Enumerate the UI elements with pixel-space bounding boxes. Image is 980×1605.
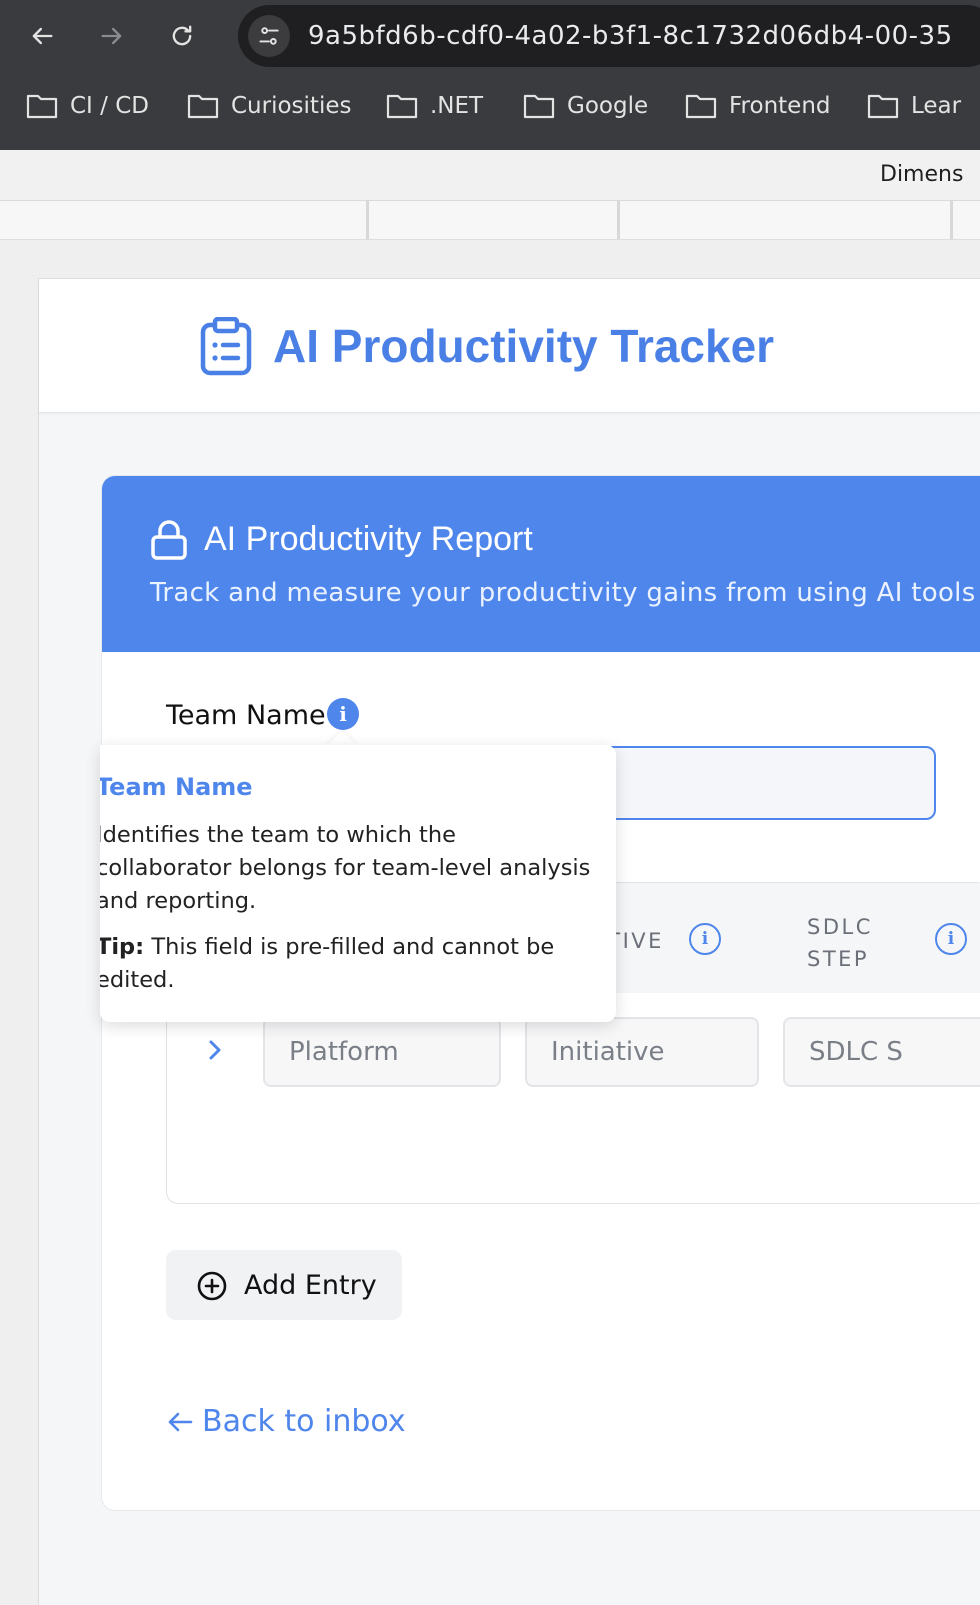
tooltip-tip-text: This field is pre-filled and cannot be e… <box>100 934 555 993</box>
ruler-divider <box>617 201 620 239</box>
plus-circle-icon <box>197 1271 227 1301</box>
bookmark-label: Curiosities <box>231 93 352 119</box>
url-text: 9a5bfd6b-cdf0-4a02-b3f1-8c1732d06db4-00-… <box>308 21 953 51</box>
report-card-header: AI Productivity Report Track and measure… <box>102 476 980 652</box>
column-header-sdlc-step: SDLC STEP <box>807 915 873 971</box>
bookmark-label: CI / CD <box>70 93 149 119</box>
media-query-ruler <box>0 201 980 240</box>
reload-icon[interactable] <box>160 14 204 58</box>
platform-input[interactable]: Platform <box>263 1017 501 1087</box>
folder-icon <box>187 94 219 119</box>
bookmark-ci-cd[interactable]: CI / CD <box>26 92 149 120</box>
initiative-input[interactable]: Initiative <box>525 1017 759 1087</box>
team-name-info-icon[interactable]: i <box>327 698 359 730</box>
report-title: AI Productivity Report <box>204 520 533 558</box>
folder-icon <box>26 94 58 119</box>
bookmark-label: Lear <box>911 93 962 119</box>
browser-toolbar: 9a5bfd6b-cdf0-4a02-b3f1-8c1732d06db4-00-… <box>0 0 980 150</box>
dimensions-dropdown[interactable]: Dimens <box>880 162 963 187</box>
sdlc-step-input[interactable]: SDLC S <box>783 1017 980 1087</box>
ruler-divider <box>950 201 953 239</box>
tooltip-tip: Tip: This field is pre-filled and cannot… <box>100 931 596 997</box>
add-entry-button[interactable]: Add Entry <box>166 1250 402 1320</box>
sdlc-info-icon[interactable]: i <box>935 923 967 955</box>
report-subtitle: Track and measure your productivity gain… <box>150 578 976 608</box>
bookmark-curiosities[interactable]: Curiosities <box>187 92 351 120</box>
app-header: AI Productivity Tracker <box>39 279 980 413</box>
back-to-inbox-label: Back to inbox <box>202 1404 406 1439</box>
initiative-info-icon[interactable]: i <box>689 923 721 955</box>
tooltip-title: Team Name <box>100 773 253 801</box>
chevron-right-icon[interactable] <box>203 1035 227 1065</box>
bookmark-google[interactable]: Google <box>523 92 648 120</box>
device-toolbar: Dimens <box>0 150 980 201</box>
folder-icon <box>685 94 717 119</box>
team-name-input[interactable] <box>602 746 936 820</box>
tooltip-tip-label: Tip: <box>100 934 145 960</box>
back-arrow-icon[interactable] <box>20 14 64 58</box>
bookmark-dotnet[interactable]: .NET <box>386 92 483 120</box>
bookmark-frontend[interactable]: Frontend <box>685 92 831 120</box>
folder-icon <box>523 94 555 119</box>
bookmark-label: Frontend <box>729 93 831 119</box>
lock-icon <box>151 520 187 560</box>
site-settings-icon[interactable] <box>248 15 290 57</box>
bookmark-label: .NET <box>430 93 484 119</box>
back-to-inbox-link[interactable]: Back to inbox <box>166 1404 406 1439</box>
bookmark-lear[interactable]: Lear <box>867 92 961 120</box>
forward-arrow-icon[interactable] <box>90 14 134 58</box>
bookmarks-bar: CI / CD Curiosities .NET Google Frontend… <box>0 80 980 136</box>
app-title: AI Productivity Tracker <box>273 320 775 372</box>
team-name-tooltip: Team Name Identifies the team to which t… <box>100 745 616 1022</box>
add-entry-label: Add Entry <box>244 1270 377 1301</box>
arrow-left-icon <box>168 1412 193 1431</box>
tooltip-body: Identifies the team to which the collabo… <box>100 822 591 914</box>
address-bar[interactable]: 9a5bfd6b-cdf0-4a02-b3f1-8c1732d06db4-00-… <box>238 5 980 67</box>
ruler-divider <box>366 201 369 239</box>
bookmark-label: Google <box>567 93 649 119</box>
folder-icon <box>386 94 418 119</box>
folder-icon <box>867 94 899 119</box>
clipboard-list-icon <box>200 317 252 376</box>
team-name-label: Team Name <box>166 700 326 731</box>
